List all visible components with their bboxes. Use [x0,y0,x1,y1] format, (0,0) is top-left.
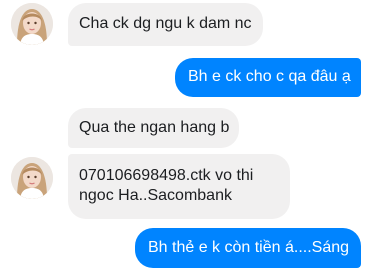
message-text: Bh thẻ e k còn tiền á....Sáng [148,239,350,256]
message-bubble-incoming[interactable]: Cha ck dg ngu k dam nc [68,3,263,46]
message-bubble-outgoing[interactable]: Bh thẻ e k còn tiền á....Sáng [135,228,361,268]
contact-avatar[interactable] [11,157,53,199]
message-text: Cha ck dg ngu k dam nc [79,15,252,32]
chat-thread: Cha ck dg ngu k dam nc Bh e ck cho c qa … [0,0,374,268]
message-bubble-outgoing[interactable]: Bh e ck cho c qa đâu ạ [175,58,361,97]
message-text: 070106698498.ctk vo thi ngoc Ha..Sacomba… [79,167,254,204]
avatar-photo-icon [11,157,53,199]
avatar-photo-icon [11,3,53,45]
message-bubble-incoming[interactable]: Qua the ngan hang b [68,108,239,148]
message-text: Qua the ngan hang b [79,119,230,136]
message-text: Bh e ck cho c qa đâu ạ [188,68,351,85]
contact-avatar[interactable] [11,3,53,45]
message-bubble-incoming[interactable]: 070106698498.ctk vo thi ngoc Ha..Sacomba… [68,154,290,219]
